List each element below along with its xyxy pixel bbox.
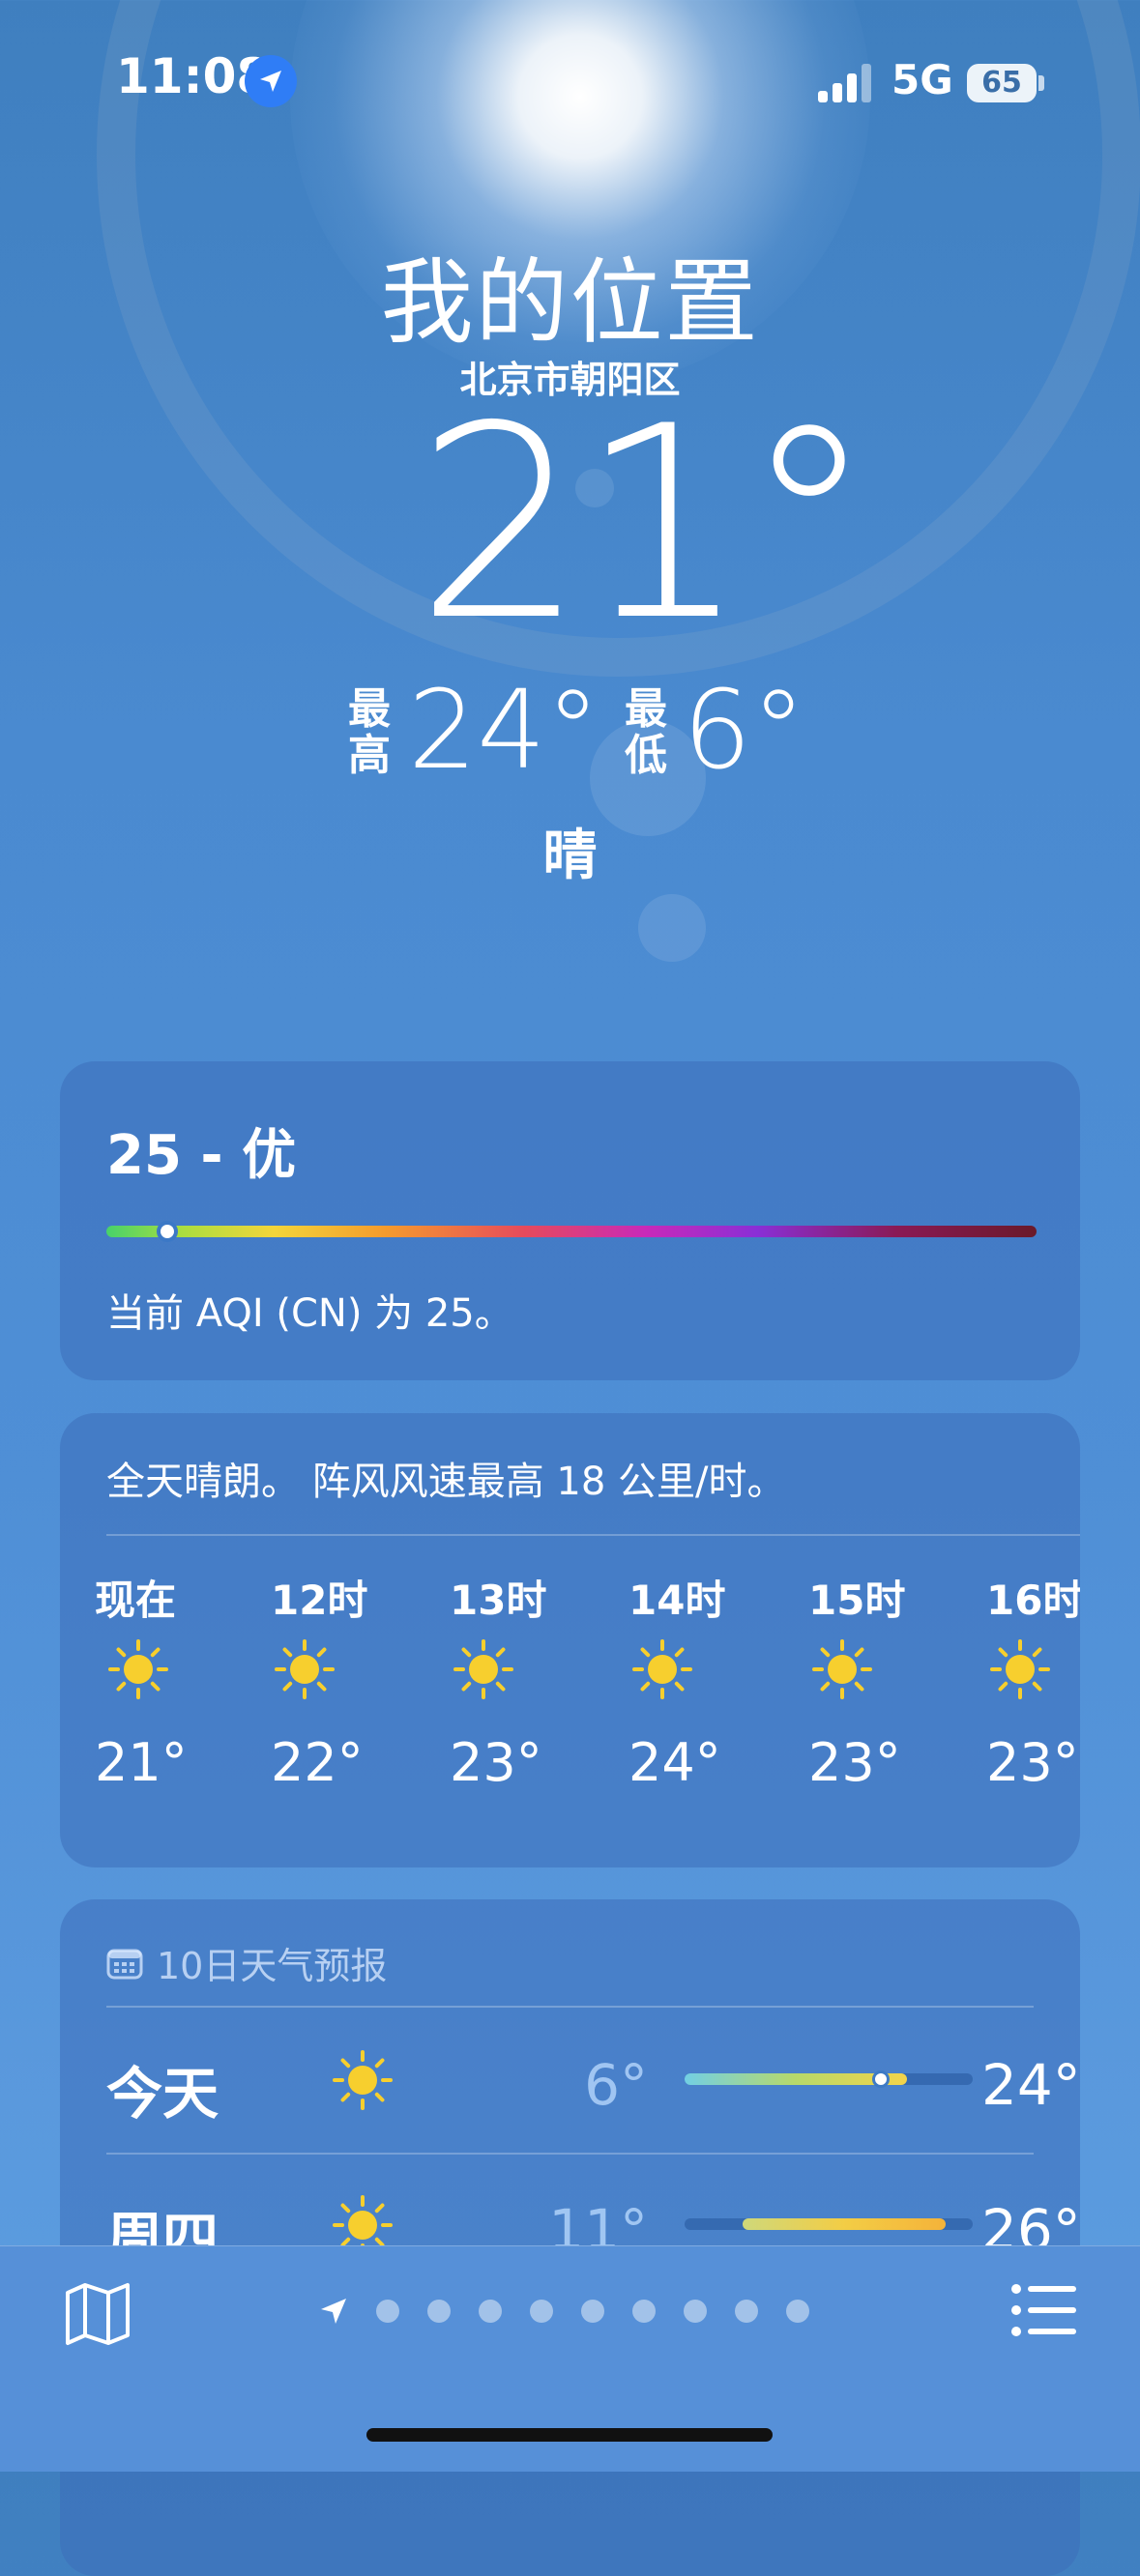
hour-label: 12时 xyxy=(271,1577,368,1624)
forecast-header: 10日天气预报 xyxy=(106,1936,387,1989)
list-icon[interactable] xyxy=(1010,2281,1078,2339)
hour-temperature: 24° xyxy=(628,1732,721,1793)
page-dot[interactable] xyxy=(581,2300,604,2323)
home-indicator[interactable] xyxy=(366,2428,773,2442)
page-dot[interactable] xyxy=(684,2300,707,2323)
forecast-day: 今天 xyxy=(106,2061,219,2127)
page-dot[interactable] xyxy=(427,2300,451,2323)
forecast-high: 24° xyxy=(981,2052,1081,2118)
calendar-icon xyxy=(106,1949,143,1979)
forecast-row-today[interactable]: 今天 6° 24° xyxy=(106,2008,1081,2153)
page-dot[interactable] xyxy=(376,2300,399,2323)
sun-icon xyxy=(990,1639,1050,1699)
hourly-item: 14时 24° xyxy=(628,1568,774,1793)
hour-temperature: 23° xyxy=(986,1732,1079,1793)
hour-temperature: 23° xyxy=(450,1732,542,1793)
sun-icon xyxy=(275,1639,335,1699)
hour-temperature: 21° xyxy=(95,1732,188,1793)
page-indicator[interactable] xyxy=(319,2297,809,2326)
sun-icon xyxy=(812,1639,872,1699)
sun-icon xyxy=(453,1639,513,1699)
aqi-indicator-dot xyxy=(156,1221,178,1242)
status-bar: 11:08 5G 65 xyxy=(0,0,1140,164)
sun-icon xyxy=(333,2050,393,2110)
current-temperature: 21° xyxy=(416,369,875,679)
sun-icon xyxy=(632,1639,692,1699)
page-dot[interactable] xyxy=(786,2300,809,2323)
hour-label: 14时 xyxy=(628,1577,726,1624)
hour-label: 15时 xyxy=(808,1577,906,1624)
hour-label: 16时 xyxy=(986,1577,1080,1624)
hourly-item: 16时 23° xyxy=(986,1568,1080,1793)
battery-icon: 65 xyxy=(967,64,1037,102)
forecast-low: 6° xyxy=(584,2052,648,2118)
sun-icon xyxy=(108,1639,168,1699)
temperature-range-bar xyxy=(685,2218,973,2230)
network-type: 5G xyxy=(892,56,953,103)
high-temperature: 24° xyxy=(408,668,600,794)
ten-day-forecast-card[interactable]: 10日天气预报 今天 6° 24° 周四 11° 26° xyxy=(60,1899,1081,2576)
aqi-scale-bar xyxy=(106,1221,1037,1242)
cellular-signal-icon xyxy=(818,64,871,102)
location-arrow-icon xyxy=(245,55,297,107)
hourly-item: 现在 21° xyxy=(95,1568,240,1793)
hour-label: 现在 xyxy=(95,1577,177,1624)
weather-condition: 晴 xyxy=(542,825,598,887)
hour-label: 13时 xyxy=(450,1577,547,1624)
low-temperature: 6° xyxy=(683,668,806,794)
location-arrow-icon xyxy=(321,2299,346,2324)
page-dot[interactable] xyxy=(632,2300,656,2323)
temperature-range-bar xyxy=(685,2070,973,2088)
hourly-item: 13时 23° xyxy=(450,1568,595,1793)
page-dot[interactable] xyxy=(735,2300,758,2323)
hourly-item: 12时 22° xyxy=(271,1568,416,1793)
hour-temperature: 22° xyxy=(271,1732,364,1793)
aqi-card[interactable]: 25 - 优 当前 AQI (CN) 为 25。 xyxy=(60,1061,1080,1380)
hourly-forecast-card[interactable]: 全天晴朗。 阵风风速最高 18 公里/时。 现在 21° 12时 22° 13时 23° 1… xyxy=(60,1413,1080,1867)
location-title: 我的位置 xyxy=(380,248,760,357)
map-icon[interactable] xyxy=(64,2279,132,2347)
hour-temperature: 23° xyxy=(808,1732,901,1793)
forecast-title: 10日天气预报 xyxy=(157,1945,388,1987)
high-label: 最高 xyxy=(348,684,391,780)
hourly-item: 15时 23° xyxy=(808,1568,953,1793)
page-dot[interactable] xyxy=(530,2300,553,2323)
low-label: 最低 xyxy=(625,684,667,780)
aqi-description: 当前 AQI (CN) 为 25。 xyxy=(106,1291,513,1336)
current-temp-dot xyxy=(872,2070,890,2088)
aqi-value: 25 - 优 xyxy=(106,1124,297,1187)
page-dot[interactable] xyxy=(479,2300,502,2323)
